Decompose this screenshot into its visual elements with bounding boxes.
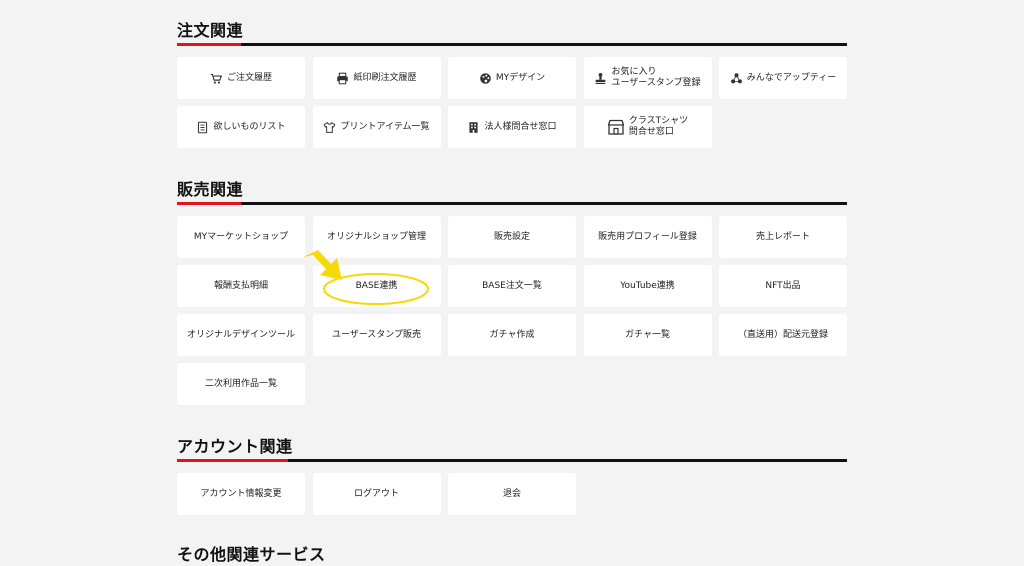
withdraw-label: 退会 (502, 488, 521, 499)
section-order: 注文関連 ご注文履歴 紙印刷注文履歴 MYデザイン お気に入り ユーザースタンプ… (177, 20, 847, 148)
section-rule (177, 202, 847, 205)
base-orders-button[interactable]: BASE注文一覧 (448, 265, 576, 307)
nft-listing-button[interactable]: NFT出品 (719, 265, 847, 307)
sales-report-button[interactable]: 売上レポート (719, 216, 847, 258)
user-stamp-sales-label: ユーザースタンプ販売 (331, 329, 422, 340)
paper-print-history-label: 紙印刷注文履歴 (353, 72, 417, 83)
sales-profile-button[interactable]: 販売用プロフィール登録 (583, 216, 712, 258)
gacha-list-button[interactable]: ガチャ一覧 (583, 314, 712, 356)
payment-statement-label: 報酬支払明細 (213, 280, 268, 291)
original-shop-manage-button[interactable]: オリジナルショップ管理 (312, 216, 441, 258)
sales-report-label: 売上レポート (755, 231, 810, 242)
gacha-create-label: ガチャ作成 (489, 329, 535, 340)
logout-label: ログアウト (353, 488, 399, 499)
printer-icon (336, 72, 349, 85)
original-shop-manage-label: オリジナルショップ管理 (326, 231, 426, 242)
sales-grid: MYマーケットショップ オリジナルショップ管理 販売設定 販売用プロフィール登録… (177, 216, 847, 405)
section-other: その他関連サービス (177, 544, 847, 566)
order-history-label: ご注文履歴 (226, 72, 272, 83)
original-design-tool-button[interactable]: オリジナルデザインツール (177, 314, 305, 356)
sales-settings-label: 販売設定 (493, 231, 530, 242)
account-edit-label: アカウント情報変更 (200, 488, 282, 499)
secondary-use-list-label: 二次利用作品一覧 (204, 378, 277, 389)
base-link-button[interactable]: BASE連携 (312, 265, 441, 307)
class-tshirt-inquiry-button[interactable]: クラスTシャツ 問合せ窓口 (583, 106, 712, 148)
original-design-tool-label: オリジナルデザインツール (186, 329, 295, 340)
class-tshirt-inquiry-label: クラスTシャツ 問合せ窓口 (628, 116, 689, 137)
user-stamp-sales-button[interactable]: ユーザースタンプ販売 (312, 314, 441, 356)
section-title-other: その他関連サービス (177, 545, 326, 564)
youtube-link-button[interactable]: YouTube連携 (583, 265, 712, 307)
section-rule (177, 459, 847, 462)
wishlist-label: 欲しいものリスト (213, 121, 286, 132)
payment-statement-button[interactable]: 報酬支払明細 (177, 265, 305, 307)
palette-icon (479, 72, 492, 85)
corporate-inquiry-label: 法人様問合せ窓口 (484, 121, 557, 132)
section-sales: 販売関連 MYマーケットショップ オリジナルショップ管理 販売設定 販売用プロフ… (177, 179, 847, 405)
account-edit-button[interactable]: アカウント情報変更 (177, 473, 305, 515)
withdraw-button[interactable]: 退会 (448, 473, 576, 515)
section-account: アカウント関連 アカウント情報変更 ログアウト 退会 (177, 436, 847, 515)
group-icon (730, 72, 743, 85)
group-uptee-button[interactable]: みんなでアップティー (719, 57, 847, 99)
group-uptee-label: みんなでアップティー (746, 72, 837, 83)
my-design-button[interactable]: MYデザイン (448, 57, 576, 99)
print-items-label: プリントアイテム一覧 (340, 121, 430, 132)
paper-print-history-button[interactable]: 紙印刷注文履歴 (312, 57, 441, 99)
building-icon (467, 121, 480, 134)
sales-profile-label: 販売用プロフィール登録 (598, 231, 697, 242)
base-orders-label: BASE注文一覧 (482, 280, 542, 291)
nft-listing-label: NFT出品 (765, 280, 801, 291)
gacha-create-button[interactable]: ガチャ作成 (448, 314, 576, 356)
account-grid: アカウント情報変更 ログアウト 退会 (177, 473, 847, 515)
my-market-shop-label: MYマーケットショップ (193, 231, 289, 242)
order-history-button[interactable]: ご注文履歴 (177, 57, 305, 99)
wishlist-button[interactable]: 欲しいものリスト (177, 106, 305, 148)
base-link-label: BASE連携 (355, 280, 398, 291)
my-market-shop-button[interactable]: MYマーケットショップ (177, 216, 305, 258)
my-design-label: MYデザイン (495, 72, 546, 83)
ship-origin-label: （直送用）配送元登録 (737, 329, 828, 340)
gacha-list-label: ガチャ一覧 (625, 329, 670, 340)
list-icon (196, 121, 209, 134)
youtube-link-label: YouTube連携 (620, 280, 675, 291)
secondary-use-list-button[interactable]: 二次利用作品一覧 (177, 363, 305, 405)
section-title-sales: 販売関連 (177, 180, 244, 199)
stamp-icon (594, 72, 607, 85)
ship-origin-button[interactable]: （直送用）配送元登録 (719, 314, 847, 356)
favorite-stamp-label: お気に入り ユーザースタンプ登録 (611, 67, 701, 88)
print-items-button[interactable]: プリントアイテム一覧 (312, 106, 441, 148)
cart-icon (210, 72, 223, 85)
corporate-inquiry-button[interactable]: 法人様問合せ窓口 (448, 106, 576, 148)
logout-button[interactable]: ログアウト (312, 473, 441, 515)
tshirt-icon (323, 121, 336, 134)
section-rule (177, 43, 847, 46)
section-title-account: アカウント関連 (177, 437, 293, 456)
sales-settings-button[interactable]: 販売設定 (448, 216, 576, 258)
favorite-stamp-button[interactable]: お気に入り ユーザースタンプ登録 (583, 57, 712, 99)
section-title-order: 注文関連 (177, 21, 244, 40)
shop-icon (607, 118, 625, 136)
order-grid: ご注文履歴 紙印刷注文履歴 MYデザイン お気に入り ユーザースタンプ登録 みん… (177, 57, 847, 148)
